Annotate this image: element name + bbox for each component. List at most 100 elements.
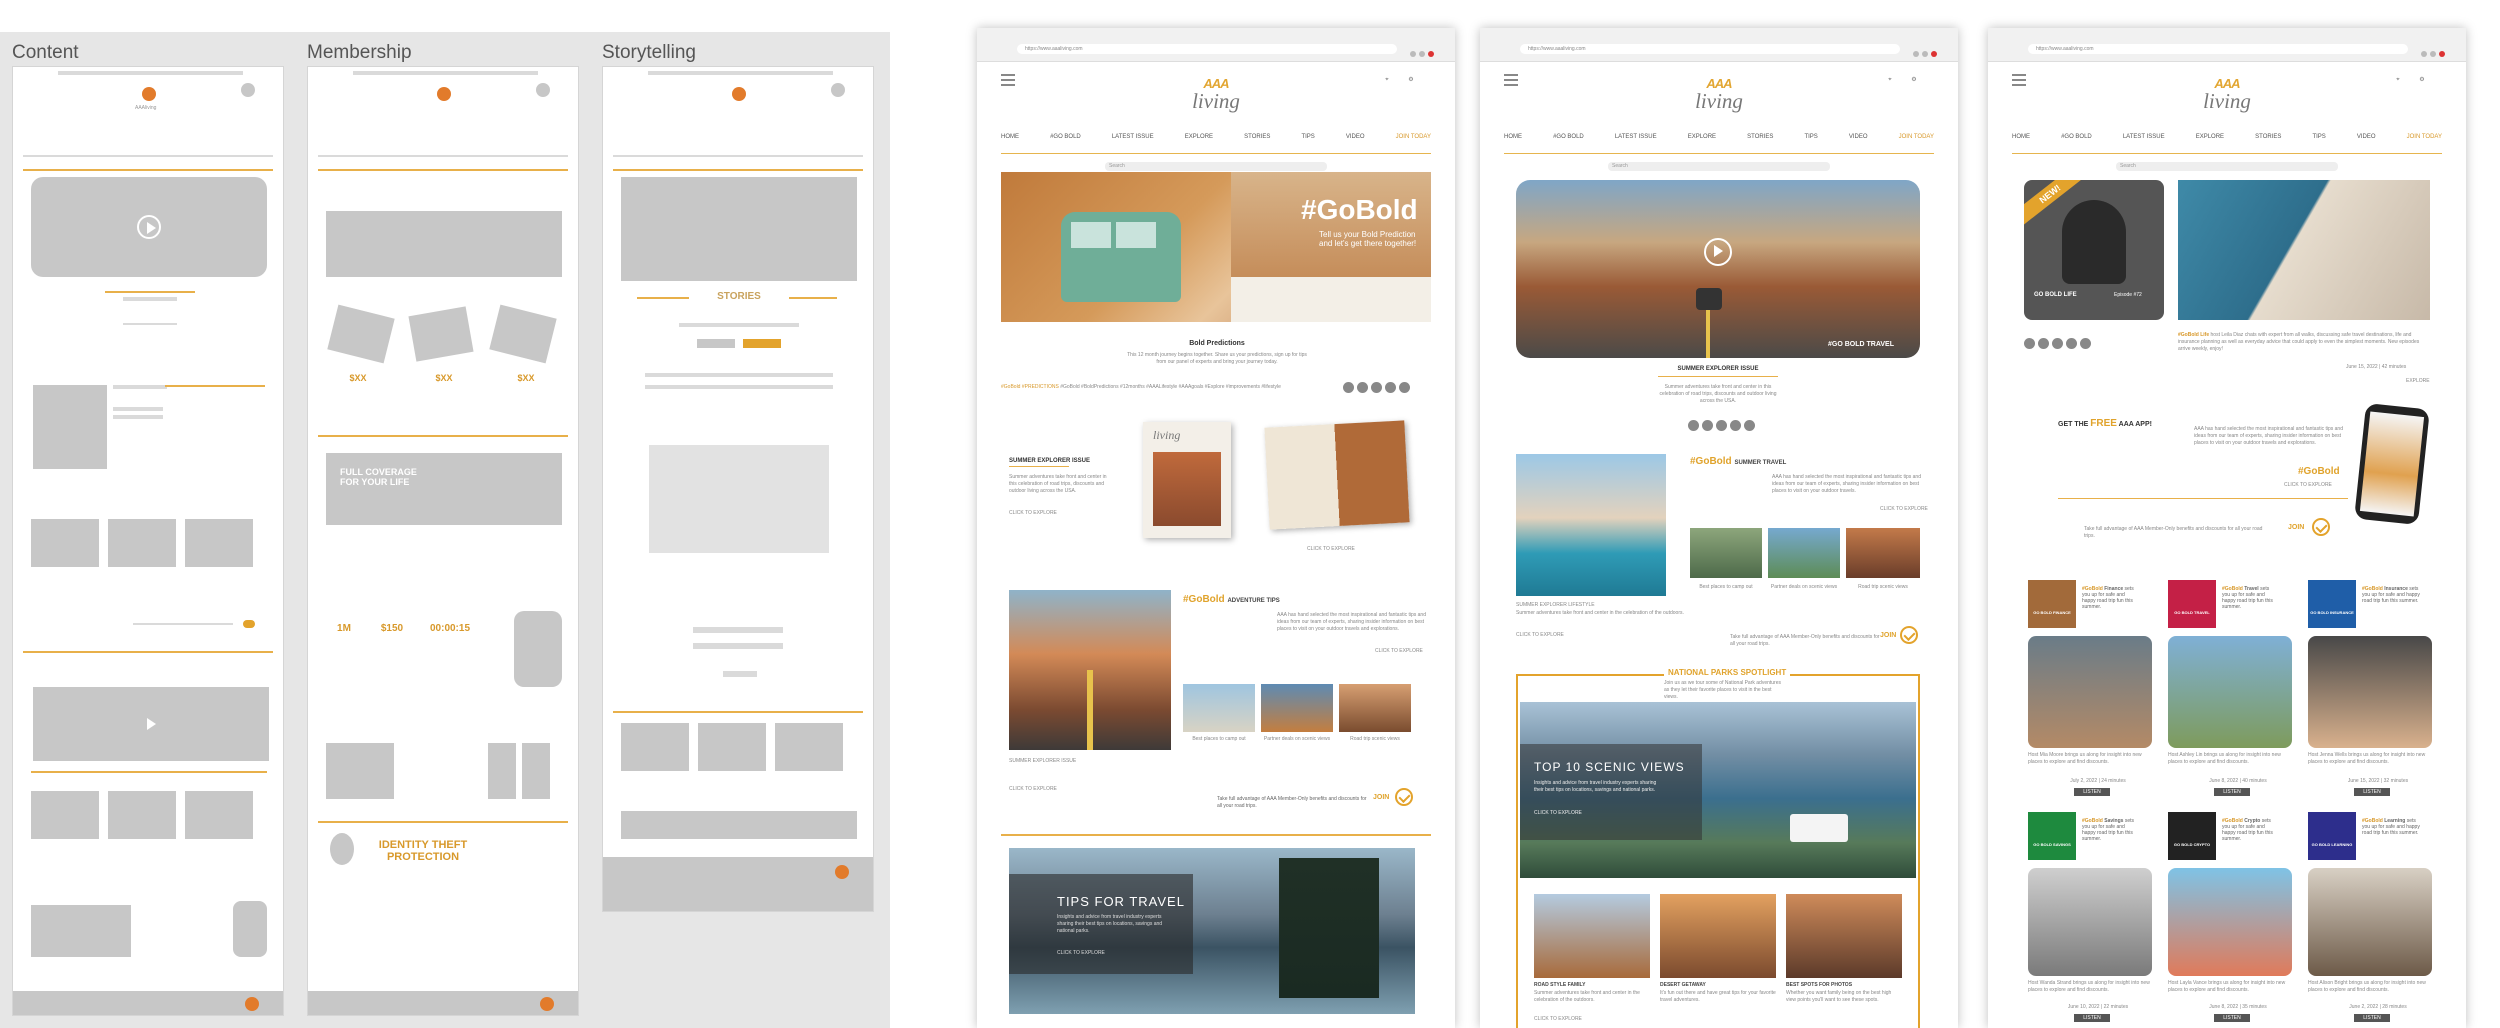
aaa-living-logo[interactable]: AAA living [2157,76,2297,114]
card-photos-image[interactable] [1786,894,1902,978]
listen-button-4[interactable]: LISTEN [2074,1014,2110,1022]
wf-full-coverage: FULL COVERAGE FOR YOUR LIFE [340,467,417,487]
summer-issue-label: SUMMER EXPLORER ISSUE [1009,458,1091,464]
listen-button-6[interactable]: LISTEN [2354,1014,2390,1022]
nav-latest[interactable]: LATEST ISSUE [1112,134,1154,153]
join-label[interactable]: JOIN [1373,794,1389,801]
nav-video[interactable]: VIDEO [2357,134,2376,153]
thumb-camp[interactable] [1690,528,1762,578]
design-board: Content Membership Storytelling AAAlivin… [0,0,2500,1028]
nav-video[interactable]: VIDEO [1849,134,1868,153]
app-tag: #GoBold [2298,466,2340,477]
nav-gobold[interactable]: #GO BOLD [1553,134,1584,153]
nav-tips[interactable]: TIPS [1301,134,1314,153]
podcast-cover[interactable]: NEW! GO BOLD LIFE Episode #72 [2024,180,2164,320]
join-label[interactable]: JOIN [2288,524,2304,531]
browser-chrome: https://www.aaaliving.com [1480,28,1958,62]
summer-travel-body: AAA has hand selected the most inspirati… [1772,474,1921,494]
tile-learning[interactable]: GO BOLD LEARNING [2308,812,2356,860]
join-check-icon[interactable] [1900,626,1918,644]
nav-tips[interactable]: TIPS [1804,134,1817,153]
nav-video[interactable]: VIDEO [1346,134,1365,153]
account-icons[interactable]: ⌖ ⚙ [2386,76,2434,84]
wf-stat-1: 1M [337,623,351,634]
explore-link[interactable]: EXPLORE [2406,378,2430,385]
tips-title: TIPS FOR TRAVEL [1057,894,1185,909]
social-icons[interactable] [1688,418,1758,436]
listen-button-3[interactable]: LISTEN [2354,788,2390,796]
account-icons[interactable]: ⌖ ⚙ [1375,76,1423,84]
summer-video[interactable]: #GO BOLD TRAVEL [1516,180,1920,358]
card-road-style-image[interactable] [1534,894,1650,978]
wireframe-title-membership: Membership [307,42,412,63]
magazine-spread[interactable] [1264,420,1410,530]
url-bar[interactable]: https://www.aaaliving.com [2028,44,2408,54]
join-label[interactable]: JOIN [1880,632,1896,639]
wireframe-membership: $XX $XX $XX FULL COVERAGE FOR YOUR LIFE … [307,66,579,1016]
hamburger-icon[interactable] [1504,74,1518,89]
magazine-cover[interactable]: living [1143,422,1231,538]
listen-button-2[interactable]: LISTEN [2214,788,2250,796]
play-icon[interactable] [1704,238,1732,266]
social-icons[interactable] [2024,336,2094,354]
search-input[interactable]: Search [1105,162,1327,171]
click-to-explore-link[interactable]: CLICK TO EXPLORE [1009,510,1057,517]
nav-explore[interactable]: EXPLORE [1688,134,1716,153]
tile-crypto[interactable]: GO BOLD CRYPTO [2168,812,2216,860]
adventure-body: AAA has hand selected the most inspirati… [1277,612,1426,632]
nav-home[interactable]: HOME [1504,134,1522,153]
play-icon[interactable] [137,215,161,239]
hamburger-icon[interactable] [2012,74,2026,89]
summer-issue-label: SUMMER EXPLORER ISSUE [1677,366,1759,372]
scenic-body: Insights and advice from travel industry… [1534,780,1657,793]
nav-gobold[interactable]: #GO BOLD [1050,134,1081,153]
bold-predictions-body: This 12 month journey begins together. S… [1127,352,1307,365]
tips-body: Insights and advice from travel industry… [1057,914,1163,934]
card-desert-image[interactable] [1660,894,1776,978]
nav-tips[interactable]: TIPS [2312,134,2325,153]
search-input[interactable]: Search [2116,162,2338,171]
search-input[interactable]: Search [1608,162,1830,171]
join-check-icon[interactable] [1395,788,1413,806]
main-nav: HOME #GO BOLD LATEST ISSUE EXPLORE STORI… [2012,134,2442,154]
url-bar[interactable]: https://www.aaaliving.com [1520,44,1900,54]
url-bar[interactable]: https://www.aaaliving.com [1017,44,1397,54]
nav-join[interactable]: JOIN TODAY [1899,134,1934,153]
aaa-living-logo[interactable]: AAA living [1146,76,1286,114]
thumb-camp[interactable] [1183,684,1255,732]
nav-stories[interactable]: STORIES [1244,134,1270,153]
nav-latest[interactable]: LATEST ISSUE [1615,134,1657,153]
thumb-road[interactable] [1339,684,1411,732]
nav-home[interactable]: HOME [1001,134,1019,153]
nav-latest[interactable]: LATEST ISSUE [2123,134,2165,153]
tile-travel[interactable]: GO BOLD TRAVEL [2168,580,2216,628]
nav-join[interactable]: JOIN TODAY [2407,134,2442,153]
nav-explore[interactable]: EXPLORE [1185,134,1213,153]
join-check-icon[interactable] [2312,518,2330,536]
aaa-living-logo[interactable]: AAA living [1649,76,1789,114]
tile-finance[interactable]: GO BOLD FINANCE [2028,580,2076,628]
listen-button-1[interactable]: LISTEN [2074,788,2110,796]
main-nav: HOME #GO BOLD LATEST ISSUE EXPLORE STORI… [1001,134,1431,154]
tile-insurance[interactable]: GO BOLD INSURANCE [2308,580,2356,628]
main-nav: HOME #GO BOLD LATEST ISSUE EXPLORE STORI… [1504,134,1934,154]
wf-price-2: $XX [435,373,453,383]
nav-join[interactable]: JOIN TODAY [1396,134,1431,153]
nav-stories[interactable]: STORIES [1747,134,1773,153]
nav-stories[interactable]: STORIES [2255,134,2281,153]
thumb-partner[interactable] [1261,684,1333,732]
phone-app-mockup[interactable] [2354,402,2430,526]
account-icons[interactable]: ⌖ ⚙ [1878,76,1926,84]
nav-home[interactable]: HOME [2012,134,2030,153]
thumb-road[interactable] [1846,528,1920,578]
thumb-partner[interactable] [1768,528,1840,578]
listen-button-5[interactable]: LISTEN [2214,1014,2250,1022]
hamburger-icon[interactable] [1001,74,1015,89]
wireframe-storytelling: STORIES [602,66,874,912]
wf-identity-theft: IDENTITY THEFT PROTECTION [378,839,468,863]
nav-explore[interactable]: EXPLORE [2196,134,2224,153]
tile-savings[interactable]: GO BOLD SAVINGS [2028,812,2076,860]
social-icons[interactable] [1343,380,1413,398]
play-icon-2[interactable] [139,713,163,737]
nav-gobold[interactable]: #GO BOLD [2061,134,2092,153]
